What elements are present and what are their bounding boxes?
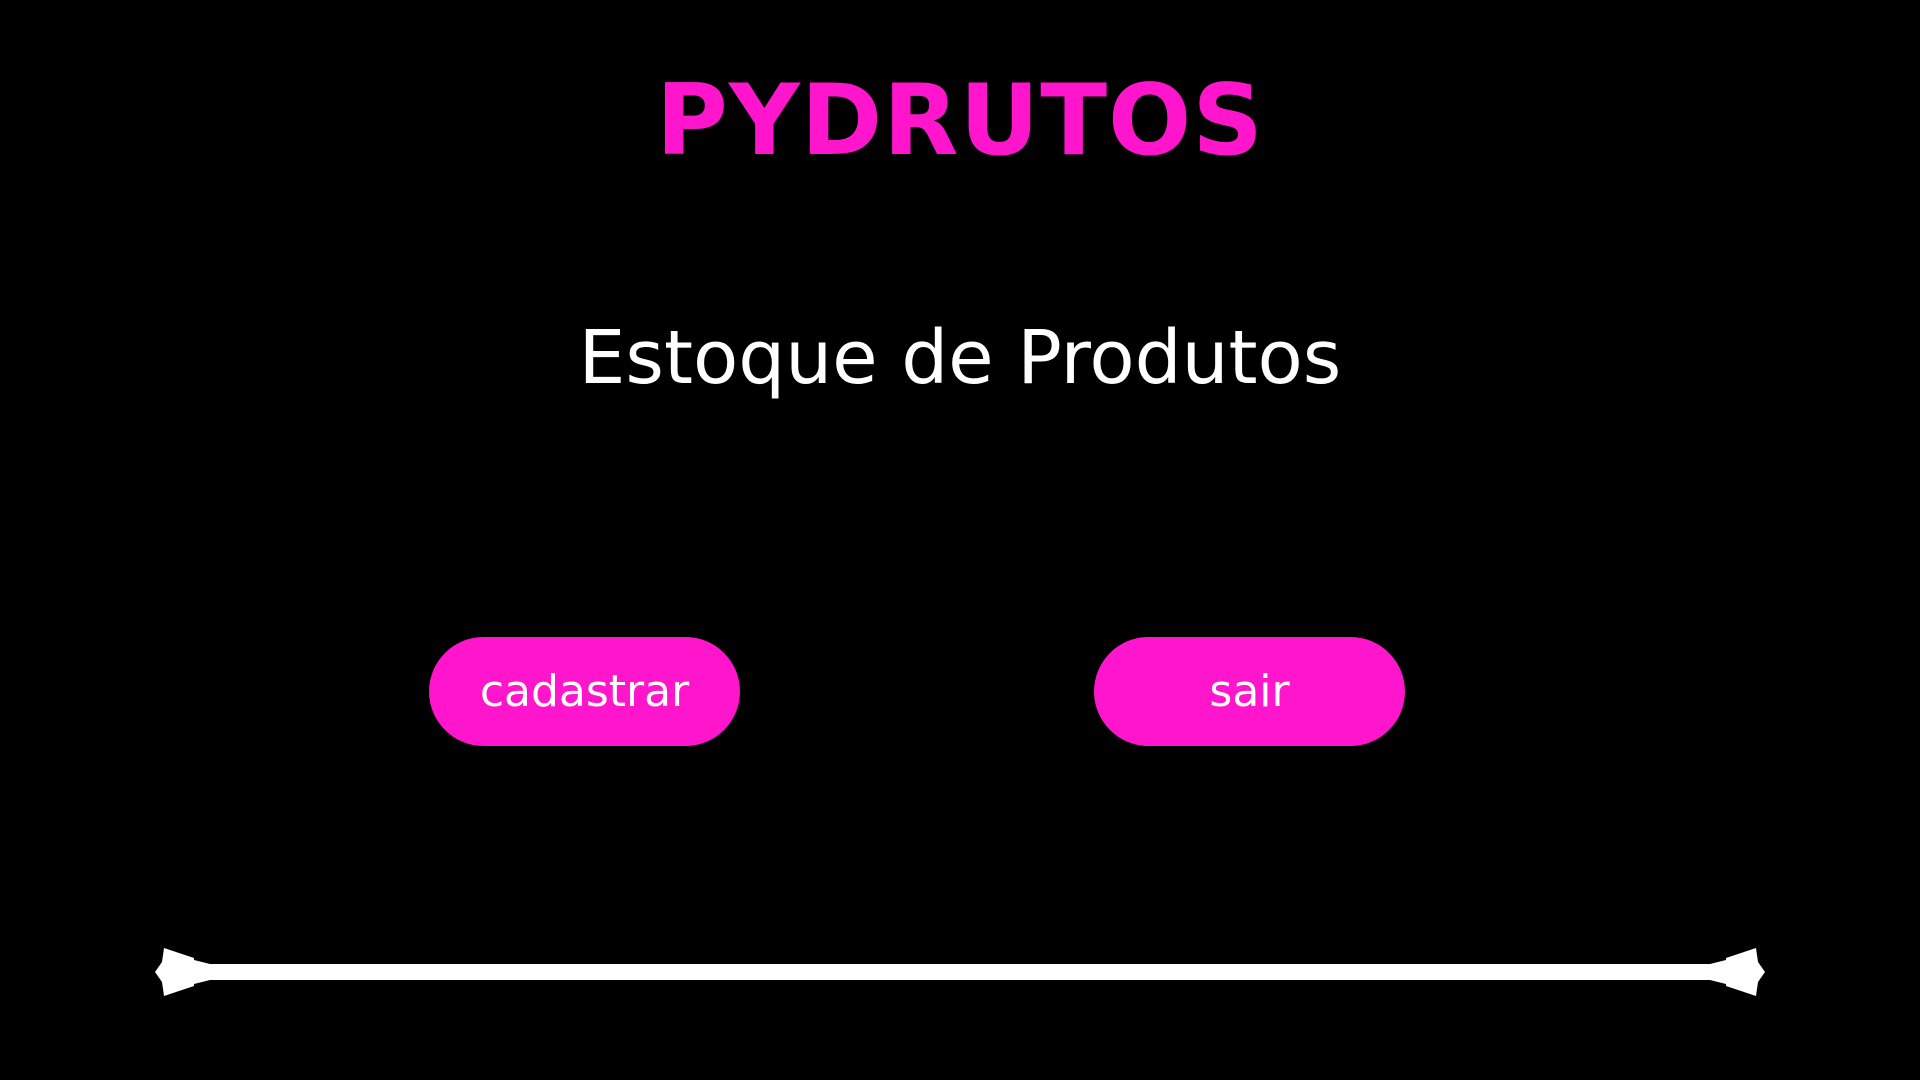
brand-title: PYDRUTOS: [656, 64, 1264, 178]
page-subtitle: Estoque de Produtos: [578, 315, 1342, 401]
main-screen: PYDRUTOS Estoque de Produtos cadastrar s…: [0, 0, 1920, 1080]
register-button[interactable]: cadastrar: [429, 637, 740, 746]
exit-button[interactable]: sair: [1094, 637, 1405, 746]
divider-icon: [155, 948, 1765, 996]
